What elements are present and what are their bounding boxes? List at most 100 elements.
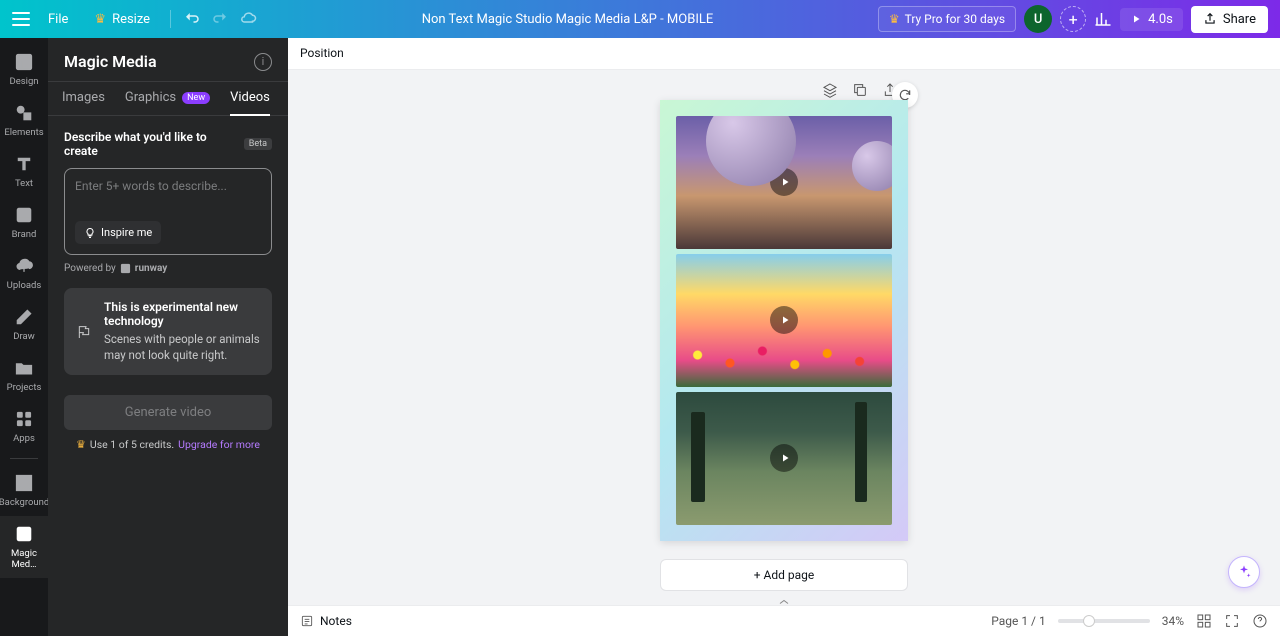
position-button[interactable]: Position <box>300 46 344 60</box>
share-button[interactable]: Share <box>1191 6 1268 33</box>
beta-badge: Beta <box>244 138 272 150</box>
prompt-input[interactable] <box>75 179 261 207</box>
rail-label: Text <box>15 178 33 189</box>
info-icon[interactable]: i <box>254 53 272 71</box>
zoom-thumb[interactable] <box>1083 615 1095 627</box>
rail-label: Elements <box>4 127 43 138</box>
share-icon <box>1203 12 1217 26</box>
rail-item-elements[interactable]: Elements <box>0 95 48 146</box>
inspire-button[interactable]: Inspire me <box>75 221 161 244</box>
generate-button[interactable]: Generate video <box>64 395 272 430</box>
video-element-1[interactable] <box>676 116 892 249</box>
rail-item-apps[interactable]: Apps <box>0 401 48 452</box>
describe-label: Describe what you'd like to create Beta <box>48 116 288 160</box>
try-pro-button[interactable]: ♛ Try Pro for 30 days <box>878 6 1016 32</box>
notes-button[interactable]: Notes <box>300 614 352 628</box>
magic-icon <box>14 524 34 544</box>
play-icon <box>779 176 791 188</box>
panel-tabs: Images Graphics New Videos <box>48 82 288 116</box>
provider-icon <box>120 263 131 274</box>
play-button[interactable]: 4.0s <box>1120 8 1183 31</box>
background-icon <box>14 473 34 493</box>
design-page[interactable] <box>660 100 908 541</box>
info-body: Scenes with people or animals may not lo… <box>104 332 260 363</box>
tab-graphics[interactable]: Graphics New <box>125 90 210 115</box>
play-overlay[interactable] <box>770 444 798 472</box>
folder-icon <box>14 358 34 378</box>
magic-fab[interactable] <box>1228 556 1260 588</box>
info-title: This is experimental new technology <box>104 300 260 328</box>
bottom-bar: Notes Page 1 / 1 34% <box>288 605 1280 636</box>
zoom-value[interactable]: 34% <box>1162 614 1184 628</box>
add-collaborator-button[interactable]: + <box>1060 6 1086 32</box>
rail-item-text[interactable]: Text <box>0 146 48 197</box>
rail-item-design[interactable]: Design <box>0 44 48 95</box>
redo-icon[interactable] <box>211 10 229 28</box>
sparkle-icon <box>1236 564 1252 580</box>
play-overlay[interactable] <box>770 168 798 196</box>
file-menu[interactable]: File <box>40 8 76 31</box>
add-page-button[interactable]: + Add page <box>660 559 908 591</box>
page-expand-handle[interactable] <box>764 599 804 605</box>
rail-item-draw[interactable]: Draw <box>0 299 48 350</box>
crown-icon: ♛ <box>76 438 86 451</box>
prompt-box: Inspire me <box>64 168 272 255</box>
flag-icon <box>76 324 92 340</box>
rail-item-brand[interactable]: Brand <box>0 197 48 248</box>
play-icon <box>1130 13 1142 25</box>
rail-item-background[interactable]: Background <box>0 465 48 516</box>
rail-item-magic-media[interactable]: Magic Med… <box>0 516 48 578</box>
document-title[interactable]: Non Text Magic Studio Magic Media L&P - … <box>422 12 714 27</box>
rail-item-projects[interactable]: Projects <box>0 350 48 401</box>
notes-icon <box>300 614 314 628</box>
grid-view-icon[interactable] <box>1196 613 1212 629</box>
notes-label: Notes <box>320 614 352 628</box>
divider <box>170 10 171 28</box>
try-pro-label: Try Pro for 30 days <box>905 12 1006 26</box>
tab-images[interactable]: Images <box>62 90 105 115</box>
rail-label: Draw <box>13 331 35 342</box>
pencil-icon <box>14 307 34 327</box>
play-overlay[interactable] <box>770 306 798 334</box>
info-card: This is experimental new technology Scen… <box>64 288 272 375</box>
page-actions <box>822 82 898 98</box>
canvas-toolbar: Position <box>288 38 1280 70</box>
shapes-icon <box>14 103 34 123</box>
new-badge: New <box>182 92 210 104</box>
top-bar: File ♛ Resize Non Text Magic Studio Magi… <box>0 0 1280 38</box>
video-element-3[interactable] <box>676 392 892 525</box>
tab-videos[interactable]: Videos <box>230 90 270 115</box>
credits-line: ♛ Use 1 of 5 credits. Upgrade for more <box>48 434 288 461</box>
play-duration: 4.0s <box>1148 12 1173 27</box>
rail-label: Brand <box>12 229 37 240</box>
zoom-slider[interactable] <box>1058 619 1150 623</box>
cloud-upload-icon <box>14 256 34 276</box>
play-icon <box>779 452 791 464</box>
undo-icon[interactable] <box>183 10 201 28</box>
page-indicator[interactable]: Page 1 / 1 <box>991 614 1046 628</box>
left-rail: Design Elements Text Brand Uploads Draw … <box>0 38 48 636</box>
menu-icon[interactable] <box>12 12 30 26</box>
rail-label: Apps <box>13 433 35 444</box>
insights-icon[interactable] <box>1094 10 1112 28</box>
share-label: Share <box>1223 12 1256 27</box>
help-icon[interactable] <box>1252 613 1268 629</box>
rail-item-uploads[interactable]: Uploads <box>0 248 48 299</box>
tab-label: Graphics <box>125 90 176 105</box>
chevron-up-icon <box>778 599 790 605</box>
crown-icon: ♛ <box>94 12 106 27</box>
canvas-area: Position + Add pa <box>288 38 1280 636</box>
duplicate-icon[interactable] <box>852 82 868 98</box>
avatar[interactable]: U <box>1024 5 1052 33</box>
fullscreen-icon[interactable] <box>1224 613 1240 629</box>
lightbulb-icon <box>84 227 96 239</box>
rail-label: Background <box>0 497 49 508</box>
panel-title: Magic Media <box>64 52 157 71</box>
resize-button[interactable]: ♛ Resize <box>86 8 158 31</box>
cloud-sync-icon[interactable] <box>239 10 257 28</box>
layers-icon[interactable] <box>822 82 838 98</box>
video-element-2[interactable] <box>676 254 892 387</box>
upgrade-link[interactable]: Upgrade for more <box>178 438 260 451</box>
text-icon <box>14 154 34 174</box>
rail-label: Uploads <box>7 280 42 291</box>
